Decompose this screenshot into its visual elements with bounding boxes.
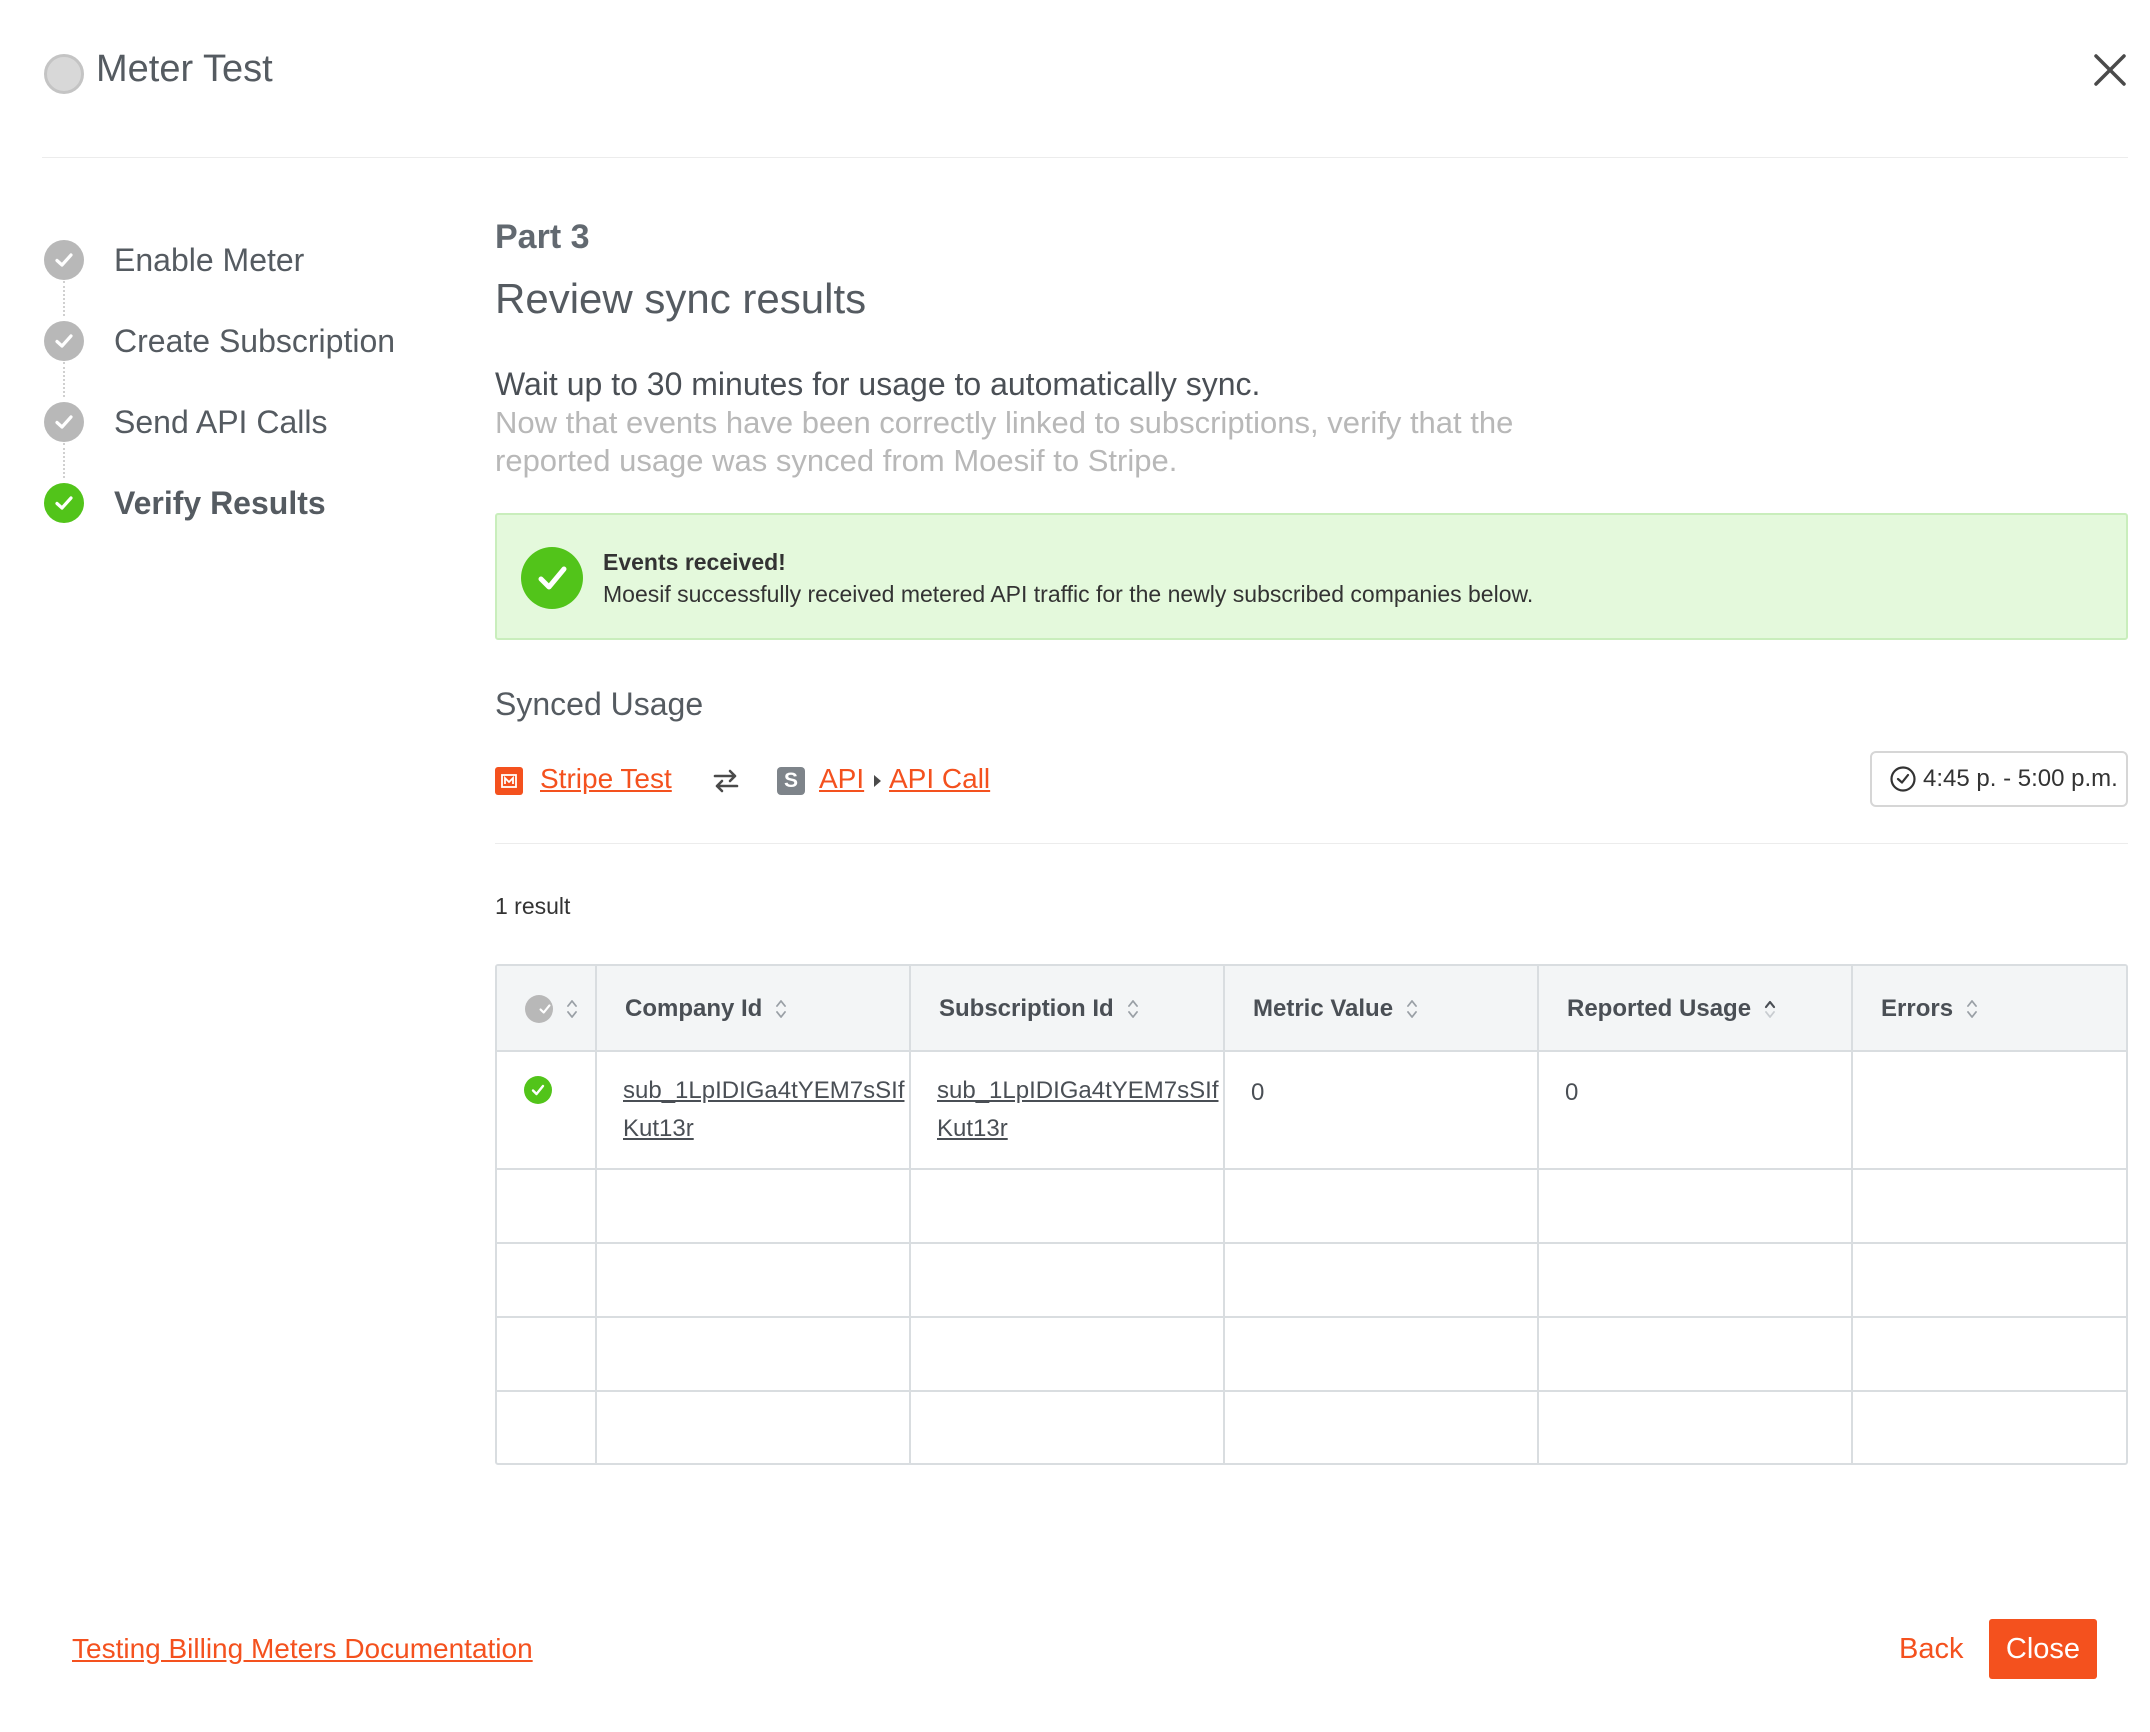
step-connector bbox=[63, 362, 65, 397]
wait-text: Wait up to 30 minutes for usage to autom… bbox=[495, 366, 1261, 402]
source-link[interactable]: Stripe Test bbox=[540, 763, 672, 795]
metric-value-cell: 0 bbox=[1251, 1079, 1265, 1106]
reported-usage-cell: 0 bbox=[1565, 1079, 1579, 1106]
time-range-button[interactable]: 4:45 p. - 5:00 p.m. bbox=[1870, 751, 2128, 807]
page-title: Meter Test bbox=[96, 48, 273, 90]
column-header-metric-value[interactable]: Metric Value bbox=[1253, 966, 1419, 1052]
header-divider bbox=[42, 157, 2128, 158]
check-icon bbox=[44, 483, 84, 523]
sort-icon bbox=[567, 1000, 577, 1018]
select-all-header[interactable] bbox=[525, 966, 579, 1052]
company-id-link[interactable]: sub_1LpIDIGa4tYEM7sSIfKut13r bbox=[623, 1072, 913, 1148]
step-create-subscription[interactable]: Create Subscription bbox=[44, 319, 395, 363]
row-divider bbox=[497, 1390, 2126, 1392]
sort-icon bbox=[1407, 1000, 1417, 1018]
column-label: Metric Value bbox=[1253, 995, 1394, 1022]
alert-message: Moesif successfully received metered API… bbox=[603, 581, 1534, 607]
status-circle-icon bbox=[44, 54, 84, 94]
alert-title: Events received! bbox=[603, 549, 786, 575]
clock-icon bbox=[1890, 766, 1916, 792]
success-alert: Events received! Moesif successfully rec… bbox=[495, 513, 2128, 640]
close-button[interactable]: Close bbox=[1989, 1619, 2097, 1679]
results-table: Company Id Subscription Id Metric Value … bbox=[495, 964, 2128, 1465]
column-header-subscription-id[interactable]: Subscription Id bbox=[939, 966, 1140, 1052]
description-text: Now that events have been correctly link… bbox=[495, 405, 1514, 478]
step-label: Send API Calls bbox=[114, 403, 328, 440]
subscription-id-link[interactable]: sub_1LpIDIGa4tYEM7sSIfKut13r bbox=[937, 1072, 1227, 1148]
step-connector bbox=[63, 281, 65, 316]
close-icon[interactable] bbox=[2090, 50, 2130, 90]
row-success-icon bbox=[524, 1076, 552, 1104]
check-icon bbox=[44, 402, 84, 442]
sort-icon bbox=[1967, 1000, 1977, 1018]
back-button[interactable]: Back bbox=[1899, 1633, 1963, 1666]
column-label: Errors bbox=[1881, 995, 1954, 1022]
stripe-icon: S bbox=[777, 767, 805, 795]
sort-icon bbox=[1127, 1000, 1138, 1018]
column-label: Reported Usage bbox=[1567, 995, 1752, 1022]
column-divider bbox=[1851, 966, 1853, 1463]
check-icon bbox=[44, 321, 84, 361]
step-label: Verify Results bbox=[114, 484, 326, 521]
check-icon bbox=[525, 995, 553, 1023]
column-header-errors[interactable]: Errors bbox=[1881, 966, 1979, 1052]
part-label: Part 3 bbox=[495, 218, 590, 256]
api-call-link[interactable]: API Call bbox=[889, 763, 990, 795]
swap-icon bbox=[711, 766, 741, 796]
step-verify-results[interactable]: Verify Results bbox=[44, 481, 326, 525]
column-header-reported-usage[interactable]: Reported Usage bbox=[1567, 966, 1777, 1052]
sort-icon bbox=[776, 1000, 787, 1018]
documentation-link[interactable]: Testing Billing Meters Documentation bbox=[72, 1633, 533, 1665]
column-divider bbox=[1223, 966, 1225, 1463]
step-connector bbox=[63, 443, 65, 478]
result-count: 1 result bbox=[495, 893, 571, 919]
column-header-company-id[interactable]: Company Id bbox=[625, 966, 788, 1052]
column-label: Company Id bbox=[625, 995, 763, 1022]
synced-usage-label: Synced Usage bbox=[495, 686, 704, 722]
step-label: Create Subscription bbox=[114, 322, 396, 359]
section-divider bbox=[495, 843, 2128, 844]
step-send-api-calls[interactable]: Send API Calls bbox=[44, 400, 327, 444]
caret-right-icon bbox=[873, 773, 883, 789]
check-icon bbox=[44, 240, 84, 280]
step-label: Enable Meter bbox=[114, 241, 305, 278]
column-divider bbox=[595, 966, 597, 1463]
moesif-icon bbox=[495, 767, 523, 795]
sort-asc-icon bbox=[1764, 1000, 1776, 1018]
success-check-icon bbox=[521, 547, 583, 609]
column-label: Subscription Id bbox=[939, 995, 1114, 1022]
column-divider bbox=[909, 966, 911, 1463]
column-divider bbox=[1537, 966, 1539, 1463]
api-link[interactable]: API bbox=[819, 763, 864, 795]
time-range-label: 4:45 p. - 5:00 p.m. bbox=[1923, 765, 2118, 792]
section-title: Review sync results bbox=[495, 275, 867, 322]
row-divider bbox=[497, 1316, 2126, 1318]
row-divider bbox=[497, 1168, 2126, 1170]
row-divider bbox=[497, 1242, 2126, 1244]
step-enable-meter[interactable]: Enable Meter bbox=[44, 238, 304, 282]
